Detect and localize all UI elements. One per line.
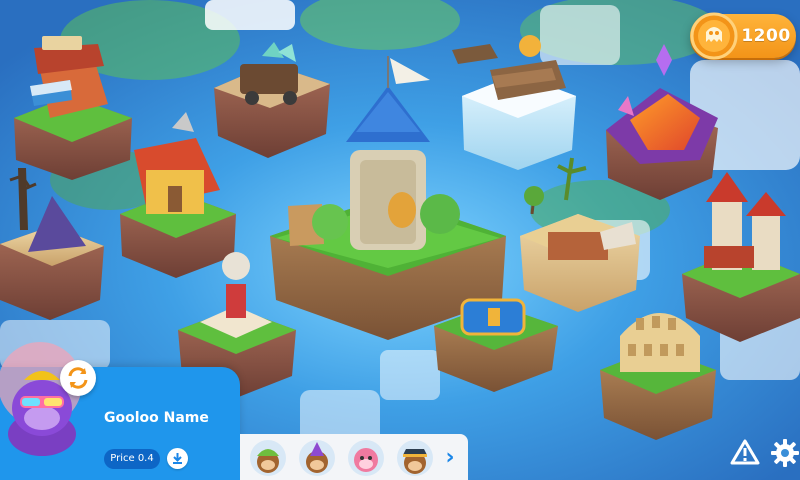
settings-button[interactable] [770,438,800,468]
download-button[interactable] [167,448,188,469]
character-slot[interactable] [250,440,286,476]
warning-icon [730,439,760,465]
warning-button[interactable] [730,438,760,466]
purple-gorilla-avatar[interactable] [0,338,100,458]
monkey-purple-hat-icon [306,442,328,473]
coin-amount: 1200 [741,26,791,46]
next-characters-button[interactable]: › [440,446,460,470]
monkey-captain-icon [403,449,427,474]
character-slot[interactable] [397,440,433,476]
profile-name: Gooloo Name [104,410,209,426]
coin-ghost-icon [690,12,738,60]
chevron-right-icon: › [445,445,455,470]
download-icon [173,453,182,464]
gear-icon [771,439,799,467]
monkey-pink-icon [354,448,378,472]
coin-counter[interactable]: 1200 [690,12,796,60]
character-slot[interactable] [348,440,384,476]
price-badge: Price 0.4 [104,449,160,469]
swap-arrows-icon [68,367,88,389]
swap-character-button[interactable] [60,360,96,396]
character-slot[interactable] [299,440,335,476]
monkey-green-hat-icon [257,449,279,473]
